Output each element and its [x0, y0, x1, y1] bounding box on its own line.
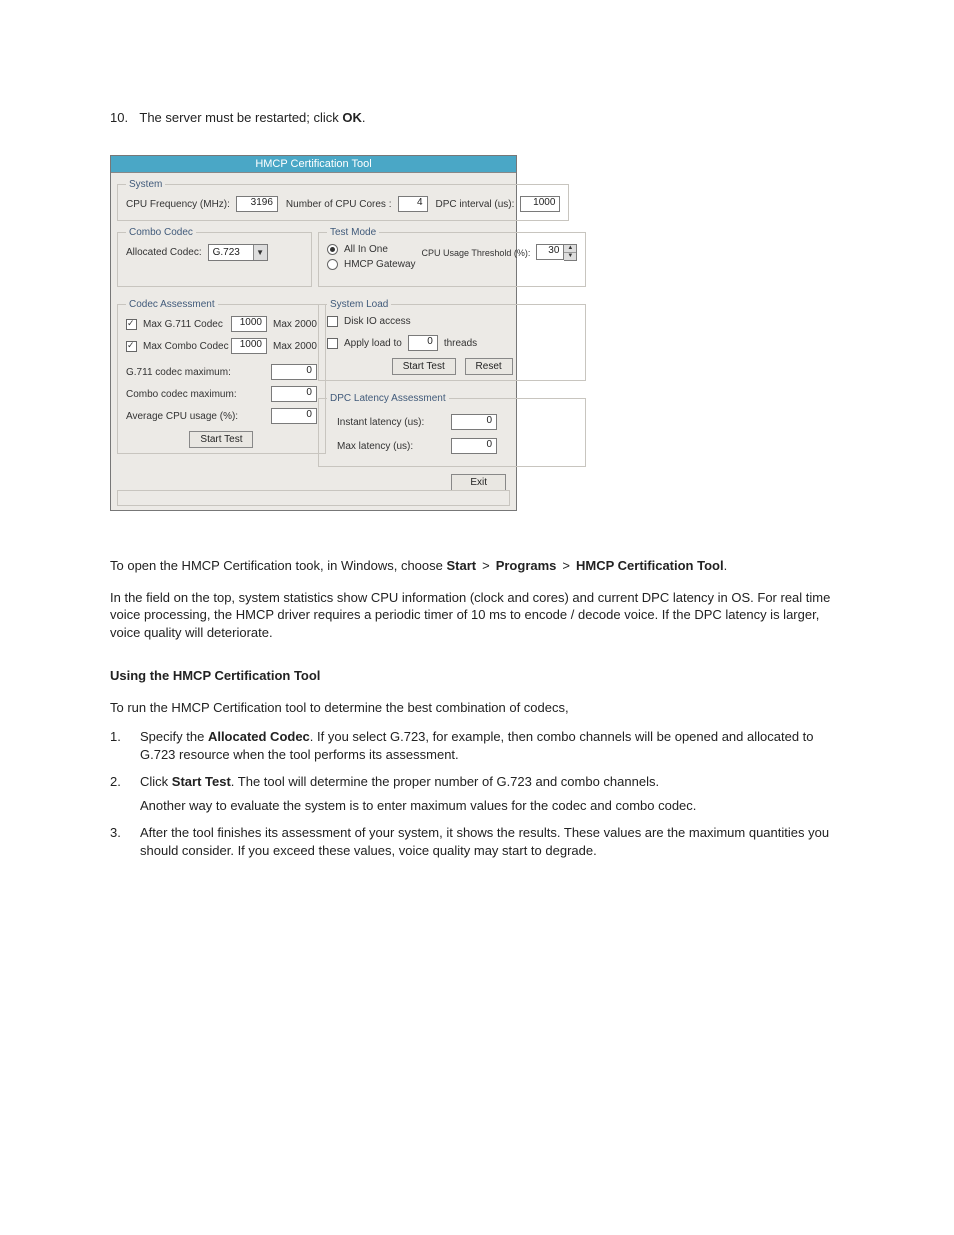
- intro-line: To run the HMCP Certification tool to de…: [110, 699, 844, 717]
- instant-latency-label: Instant latency (us):: [337, 417, 437, 428]
- hmcp-gateway-radio[interactable]: [327, 259, 338, 270]
- spinner-up-icon[interactable]: ▲: [564, 245, 576, 253]
- step-1: 1. Specify the Allocated Codec. If you s…: [110, 728, 844, 763]
- spinner-down-icon[interactable]: ▼: [564, 253, 576, 260]
- cpu-threshold-label: CPU Usage Threshold (%):: [422, 248, 531, 258]
- codec-assessment-group: Codec Assessment Max G.711 Codec 1000 Ma…: [117, 299, 326, 454]
- step-3: 3. After the tool finishes its assessmen…: [110, 824, 844, 859]
- avg-cpu-field: 0: [271, 408, 317, 424]
- system-load-group: System Load Disk IO access Apply load to…: [318, 299, 586, 381]
- step-2-sub: Another way to evaluate the system is to…: [140, 797, 844, 815]
- cpu-cores-label: Number of CPU Cores :: [286, 199, 392, 210]
- combo-max-field: 0: [271, 386, 317, 402]
- chevron-down-icon[interactable]: ▼: [253, 245, 267, 260]
- step-3-number: 3.: [110, 824, 140, 859]
- open-tool-pre: To open the HMCP Certification took, in …: [110, 558, 446, 573]
- gt-1: >: [476, 558, 496, 573]
- step-10-number: 10.: [110, 110, 136, 125]
- cpu-cores-field[interactable]: 4: [398, 196, 428, 212]
- max-combo-field[interactable]: 1000: [231, 338, 267, 354]
- step-1-number: 1.: [110, 728, 140, 763]
- max-latency-label: Max latency (us):: [337, 441, 437, 452]
- g711-max-label: G.711 codec maximum:: [126, 367, 231, 378]
- step-3-text: After the tool finishes its assessment o…: [140, 824, 844, 859]
- apply-load-checkbox[interactable]: [327, 338, 338, 349]
- open-b3: HMCP Certification Tool: [576, 558, 724, 573]
- allocated-codec-dropdown[interactable]: G.723 ▼: [208, 244, 268, 261]
- cpu-freq-field[interactable]: 3196: [236, 196, 278, 212]
- heading-using-tool: Using the HMCP Certification Tool: [110, 667, 844, 685]
- step-2-number: 2.: [110, 773, 140, 814]
- cpu-threshold-spinner[interactable]: 30 ▲ ▼: [536, 244, 577, 261]
- step-10-text-post: .: [362, 110, 366, 125]
- step-1-pre: Specify the: [140, 729, 208, 744]
- dpc-latency-group: DPC Latency Assessment Instant latency (…: [318, 393, 586, 467]
- instant-latency-field: 0: [451, 414, 497, 430]
- g711-max-field: 0: [271, 364, 317, 380]
- test-mode-group: Test Mode All In One HMCP Gateway: [318, 227, 586, 287]
- step-2-post: . The tool will determine the proper num…: [231, 774, 659, 789]
- system-load-legend: System Load: [327, 299, 391, 310]
- disk-io-checkbox[interactable]: [327, 316, 338, 327]
- system-legend: System: [126, 179, 165, 190]
- open-tool-line: To open the HMCP Certification took, in …: [110, 557, 844, 575]
- allocated-codec-label: Allocated Codec:: [126, 247, 202, 258]
- step-10-line: 10. The server must be restarted; click …: [110, 110, 844, 125]
- max-combo-hint: Max 2000: [273, 341, 317, 352]
- hmcp-window: HMCP Certification Tool System CPU Frequ…: [110, 155, 517, 511]
- window-title: HMCP Certification Tool: [111, 156, 516, 173]
- max-latency-field: 0: [451, 438, 497, 454]
- open-b2: Programs: [496, 558, 557, 573]
- all-in-one-label: All In One: [344, 244, 388, 255]
- apply-load-field[interactable]: 0: [408, 335, 438, 351]
- combo-codec-legend: Combo Codec: [126, 227, 196, 238]
- all-in-one-radio[interactable]: [327, 244, 338, 255]
- apply-load-label-post: threads: [444, 338, 477, 349]
- cpu-freq-label: CPU Frequency (MHz):: [126, 199, 230, 210]
- step-2: 2. Click Start Test. The tool will deter…: [110, 773, 844, 814]
- step-1-bold: Allocated Codec: [208, 729, 310, 744]
- open-b1: Start: [446, 558, 476, 573]
- step-10-bold: OK: [342, 110, 362, 125]
- combo-max-label: Combo codec maximum:: [126, 389, 237, 400]
- cpu-threshold-value[interactable]: 30: [536, 244, 564, 260]
- system-group: System CPU Frequency (MHz): 3196 Number …: [117, 179, 569, 221]
- step-2-pre: Click: [140, 774, 172, 789]
- sysload-start-test-button[interactable]: Start Test: [392, 358, 456, 375]
- max-g711-label: Max G.711 Codec: [143, 319, 225, 330]
- max-g711-hint: Max 2000: [273, 319, 317, 330]
- exit-button[interactable]: Exit: [451, 474, 506, 491]
- max-g711-checkbox[interactable]: [126, 319, 137, 330]
- steps-list: 1. Specify the Allocated Codec. If you s…: [110, 728, 844, 859]
- test-mode-legend: Test Mode: [327, 227, 379, 238]
- status-bar: [117, 490, 510, 506]
- codec-start-test-button[interactable]: Start Test: [189, 431, 253, 448]
- step-2-bold: Start Test: [172, 774, 231, 789]
- open-tool-post: .: [724, 558, 728, 573]
- step-10-text-pre: The server must be restarted; click: [139, 110, 342, 125]
- avg-cpu-label: Average CPU usage (%):: [126, 411, 238, 422]
- dpc-interval-field[interactable]: 1000: [520, 196, 560, 212]
- dpc-latency-legend: DPC Latency Assessment: [327, 393, 449, 404]
- max-combo-label: Max Combo Codec: [143, 341, 225, 352]
- max-g711-field[interactable]: 1000: [231, 316, 267, 332]
- hmcp-gateway-label: HMCP Gateway: [344, 259, 416, 270]
- allocated-codec-value: G.723: [213, 247, 240, 258]
- paragraph-system-stats: In the field on the top, system statisti…: [110, 589, 844, 642]
- gt-2: >: [556, 558, 576, 573]
- combo-codec-group: Combo Codec Allocated Codec: G.723 ▼: [117, 227, 312, 287]
- max-combo-checkbox[interactable]: [126, 341, 137, 352]
- codec-assessment-legend: Codec Assessment: [126, 299, 218, 310]
- apply-load-label-pre: Apply load to: [344, 338, 402, 349]
- disk-io-label: Disk IO access: [344, 316, 411, 327]
- sysload-reset-button[interactable]: Reset: [465, 358, 513, 375]
- dpc-interval-label: DPC interval (us):: [436, 199, 515, 210]
